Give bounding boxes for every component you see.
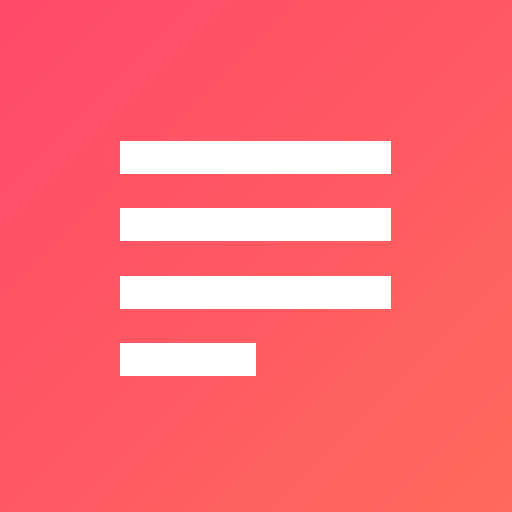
text-lines-icon [0, 0, 512, 512]
app-icon [0, 0, 512, 512]
text-line-4 [120, 343, 256, 376]
text-line-3 [120, 276, 391, 309]
text-line-2 [120, 208, 391, 241]
text-line-1 [120, 141, 391, 174]
